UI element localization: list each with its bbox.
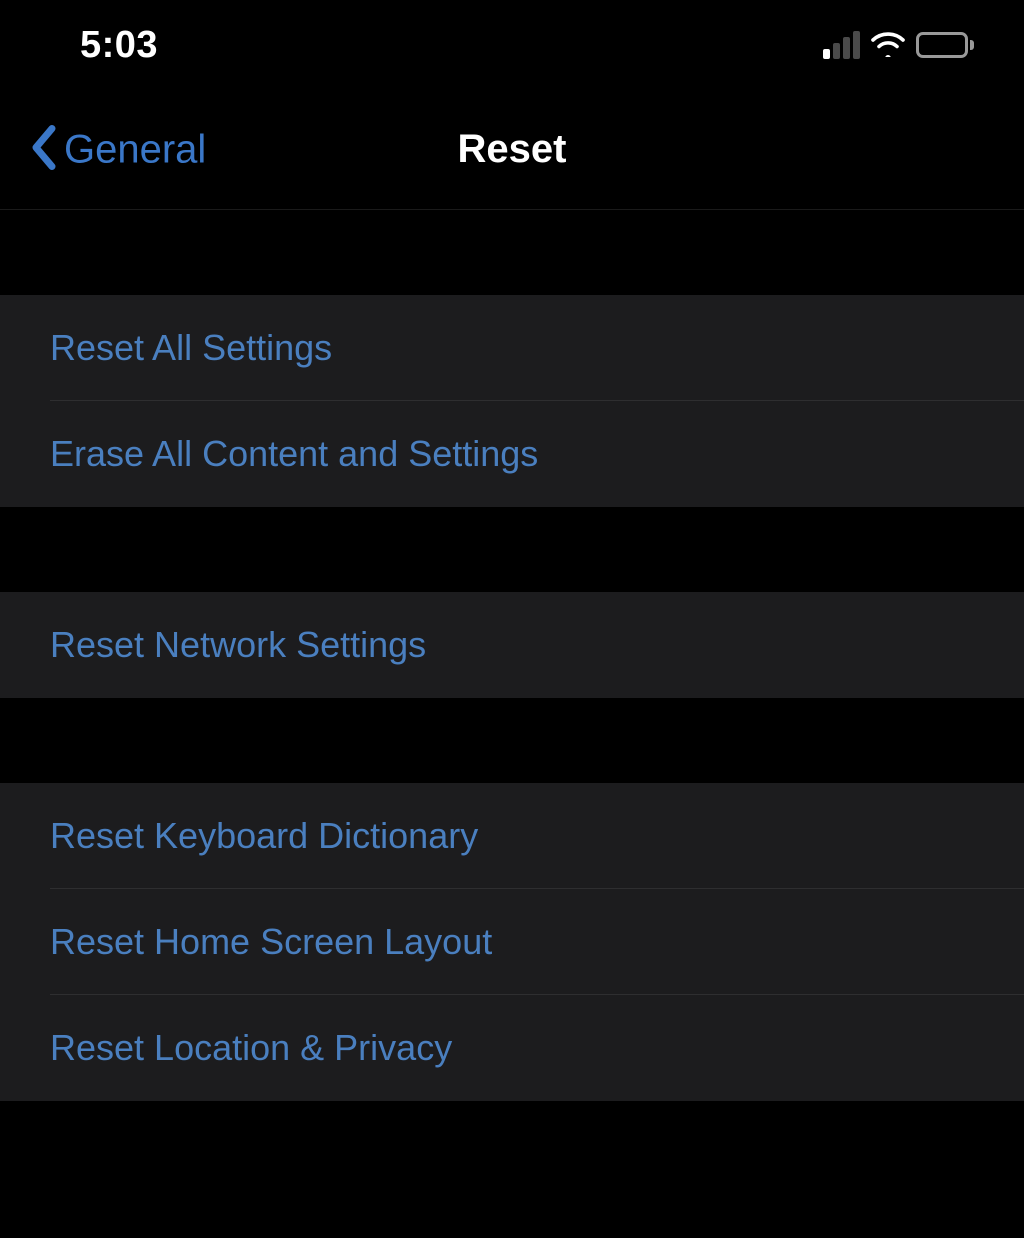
row-reset-location-privacy[interactable]: Reset Location & Privacy [0,995,1024,1101]
row-label: Reset Network Settings [50,624,426,666]
ios-settings-reset-screen: 5:03 [0,0,1024,1238]
nav-bar: General Reset [0,90,1024,210]
group-network: Reset Network Settings [0,592,1024,698]
chevron-left-icon [30,124,58,175]
status-icons [823,29,974,62]
row-reset-all-settings[interactable]: Reset All Settings [0,295,1024,401]
row-label: Reset All Settings [50,327,332,369]
battery-icon [916,32,974,58]
section-gap [0,507,1024,592]
row-label: Reset Home Screen Layout [50,921,492,963]
row-reset-keyboard-dictionary[interactable]: Reset Keyboard Dictionary [0,783,1024,889]
cellular-icon [823,31,860,59]
section-gap [0,698,1024,783]
group-reset-settings: Reset All Settings Erase All Content and… [0,295,1024,507]
row-reset-network-settings[interactable]: Reset Network Settings [0,592,1024,698]
back-label: General [64,127,206,172]
status-time: 5:03 [80,24,158,67]
page-title: Reset [458,127,567,172]
bottom-gap [0,1101,1024,1238]
wifi-icon [870,29,906,62]
row-reset-home-screen-layout[interactable]: Reset Home Screen Layout [0,889,1024,995]
group-misc-resets: Reset Keyboard Dictionary Reset Home Scr… [0,783,1024,1101]
back-button[interactable]: General [30,124,206,175]
status-bar: 5:03 [0,0,1024,90]
row-label: Erase All Content and Settings [50,433,538,475]
row-label: Reset Location & Privacy [50,1027,452,1069]
section-gap [0,210,1024,295]
row-erase-all-content[interactable]: Erase All Content and Settings [0,401,1024,507]
row-label: Reset Keyboard Dictionary [50,815,478,857]
